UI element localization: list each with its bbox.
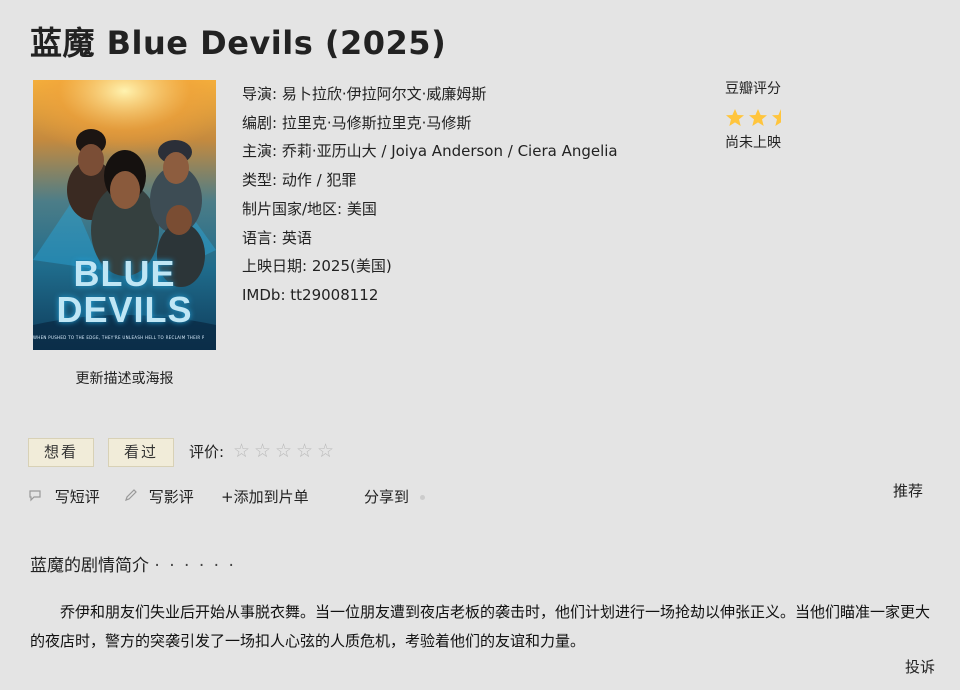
watched-button[interactable]: 看过 bbox=[108, 438, 174, 467]
write-review-action[interactable]: 写影评 bbox=[124, 486, 194, 507]
rate-star-5[interactable]: ☆ bbox=[317, 441, 338, 461]
rate-star-1[interactable]: ☆ bbox=[233, 441, 254, 461]
rating-star-icon bbox=[772, 109, 781, 126]
movie-info: 导演: 易卜拉欣·伊拉阿尔文·威廉姆斯 编剧: 拉里克·马修斯拉里克·马修斯 主… bbox=[242, 80, 618, 310]
rating-status: 尚未上映 bbox=[725, 135, 781, 151]
cast-label: 主演: bbox=[242, 142, 278, 161]
page-title: 蓝魔 Blue Devils (2025) bbox=[30, 24, 447, 62]
share-action[interactable]: 分享到 bbox=[364, 486, 425, 507]
director-row: 导演: 易卜拉欣·伊拉阿尔文·威廉姆斯 bbox=[242, 80, 618, 109]
pencil-icon bbox=[124, 488, 138, 506]
imdb-value: tt29008112 bbox=[290, 285, 379, 304]
rate-star-3[interactable]: ☆ bbox=[275, 441, 296, 461]
rate-star-2[interactable]: ☆ bbox=[254, 441, 275, 461]
release-label: 上映日期: bbox=[242, 257, 308, 276]
genre-row: 类型: 动作 / 犯罪 bbox=[242, 166, 618, 195]
rating-star-icon bbox=[726, 109, 744, 126]
poster-tagline: WHEN PUSHED TO THE EDGE, THEY'RE UNLEASH… bbox=[33, 335, 204, 340]
country-value: 美国 bbox=[346, 199, 377, 218]
cast-row: 主演: 乔莉·亚历山大 / Joiya Anderson / Ciera Ang… bbox=[242, 137, 618, 166]
synopsis-text: 乔伊和朋友们失业后开始从事脱衣舞。当一位朋友遭到夜店老板的袭击时，他们计划进行一… bbox=[30, 603, 931, 650]
language-value: 英语 bbox=[281, 228, 312, 247]
country-label: 制片国家/地区: bbox=[242, 199, 343, 218]
genre-value: 动作 / 犯罪 bbox=[281, 171, 357, 190]
release-row: 上映日期: 2025(美国) bbox=[242, 252, 618, 281]
language-label: 语言: bbox=[242, 228, 278, 247]
rating-title: 豆瓣评分 bbox=[725, 81, 781, 97]
rating-stars bbox=[725, 108, 835, 128]
add-to-list-action[interactable]: +添加到片单 bbox=[221, 486, 309, 507]
synopsis-title: 蓝魔的剧情简介 bbox=[30, 556, 149, 576]
writer-label: 编剧: bbox=[242, 113, 278, 132]
user-rate-stars: ☆ ☆ ☆ ☆ ☆ bbox=[233, 441, 338, 461]
douban-rating-box: 豆瓣评分 尚未上映 bbox=[725, 78, 835, 152]
writer-link[interactable]: 拉里克·马修斯拉里克·马修斯 bbox=[282, 114, 472, 132]
director-label: 导演: bbox=[242, 85, 278, 103]
recommend-button[interactable]: 推荐 bbox=[893, 480, 923, 501]
imdb-row: IMDb: tt29008112 bbox=[242, 281, 618, 310]
report-link[interactable]: 投诉 bbox=[905, 656, 935, 677]
rating-star-icon bbox=[749, 109, 767, 126]
write-short-review-action[interactable]: 写短评 bbox=[28, 486, 100, 507]
write-short-review-label: 写短评 bbox=[54, 488, 100, 506]
movie-poster[interactable]: BLUE DEVILS WHEN PUSHED TO THE EDGE, THE… bbox=[33, 80, 216, 350]
imdb-label: IMDb: bbox=[242, 285, 286, 304]
share-dropdown-icon bbox=[419, 495, 425, 500]
synopsis-heading: 蓝魔的剧情简介 · · · · · · bbox=[30, 551, 236, 576]
comment-icon bbox=[28, 489, 42, 506]
country-row: 制片国家/地区: 美国 bbox=[242, 195, 618, 224]
language-row: 语言: 英语 bbox=[242, 224, 618, 253]
want-to-watch-button[interactable]: 想看 bbox=[28, 438, 94, 467]
poster-title-line-2: DEVILS bbox=[56, 289, 193, 330]
genre-label: 类型: bbox=[242, 171, 278, 190]
share-label: 分享到 bbox=[364, 488, 410, 506]
director-link[interactable]: 易卜拉欣·伊拉阿尔文·威廉姆斯 bbox=[282, 85, 487, 103]
write-review-label: 写影评 bbox=[148, 488, 194, 506]
release-value: 2025(美国) bbox=[311, 257, 392, 276]
rate-star-4[interactable]: ☆ bbox=[296, 441, 317, 461]
rate-label: 评价: bbox=[189, 443, 225, 461]
cast-links[interactable]: 乔莉·亚历山大 / Joiya Anderson / Ciera Angelia bbox=[282, 142, 618, 160]
add-to-list-label: +添加到片单 bbox=[221, 488, 309, 506]
synopsis-more-dots[interactable]: · · · · · · bbox=[154, 556, 235, 576]
writer-row: 编剧: 拉里克·马修斯拉里克·马修斯 bbox=[242, 109, 618, 138]
poster-title-line-1: BLUE bbox=[73, 253, 176, 294]
update-poster-link[interactable]: 更新描述或海报 bbox=[33, 368, 216, 388]
